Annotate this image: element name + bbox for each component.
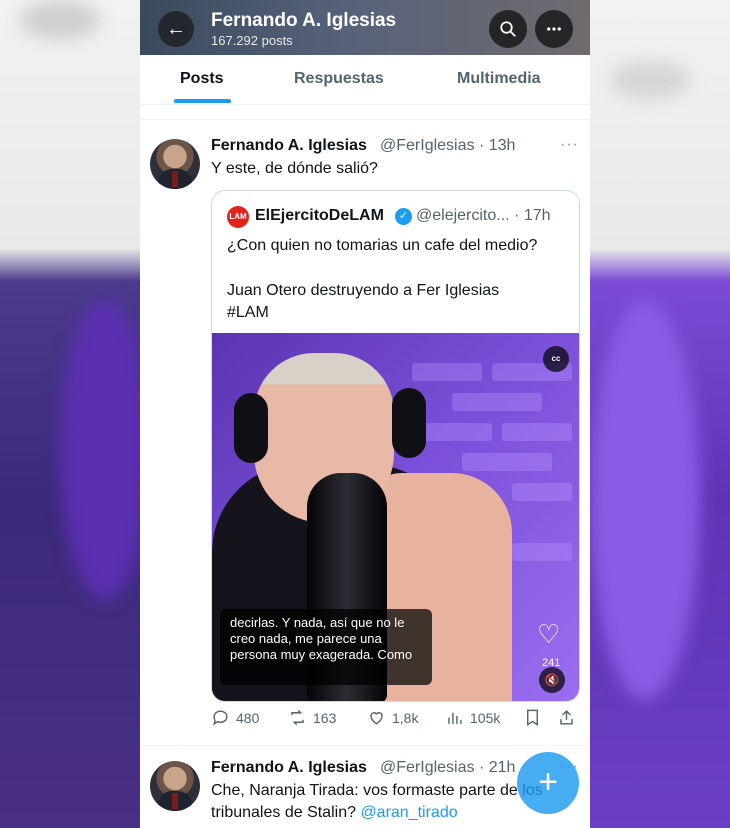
tweet-text: Y este, de dónde salió?	[211, 160, 378, 177]
repost-button[interactable]: 163	[288, 708, 336, 727]
previous-tweet-edge	[140, 106, 590, 120]
views-button[interactable]: 105k	[445, 708, 500, 727]
repost-count: 163	[313, 709, 337, 726]
heart-icon	[370, 712, 383, 725]
profile-header-bar: ← Fernando A. Iglesias 167.292 posts	[140, 0, 590, 55]
more-icon	[547, 27, 561, 31]
reply-count: 480	[236, 709, 260, 726]
quoted-text-line-2: Juan Otero destruyendo a Fer Iglesias	[227, 282, 500, 299]
tweet-divider	[140, 745, 590, 746]
bar-chart-icon	[448, 712, 462, 724]
active-tab-indicator	[174, 99, 231, 103]
quoted-author-name: ElEjercitoDeLAM	[255, 207, 384, 224]
tweet-author-name[interactable]: Fernando A. Iglesias	[211, 759, 367, 777]
avatar-tie	[172, 793, 178, 809]
quoted-avatar-logo: LAM	[227, 206, 249, 228]
tweet-author-name[interactable]: Fernando A. Iglesias	[211, 137, 367, 155]
wall-brick	[452, 393, 542, 411]
arrow-left-icon: ←	[166, 18, 186, 40]
video-caption: decirlas. Y nada, así que no le creo nad…	[220, 609, 432, 685]
more-options-button[interactable]	[535, 10, 573, 48]
search-button[interactable]	[489, 10, 527, 48]
reply-icon	[212, 710, 228, 726]
plus-icon: +	[538, 763, 558, 801]
tab-posts[interactable]: Posts	[180, 70, 224, 88]
closed-captions-button[interactable]: cc	[543, 346, 569, 372]
quoted-handle-time: @elejercito... · 17h	[416, 207, 551, 224]
blurred-shape	[20, 0, 100, 40]
tweet-action-bar: 480 163 1,8k 105k	[211, 708, 580, 734]
wall-brick	[412, 363, 482, 381]
mute-icon[interactable]: 🔇	[539, 667, 565, 693]
like-button[interactable]: 1,8k	[367, 708, 418, 727]
repost-icon	[291, 709, 304, 726]
tweet-text-line-1: Che, Naranja Tirada: vos formaste parte …	[211, 782, 543, 799]
tweet-text-prefix: tribunales de Stalin?	[211, 804, 356, 821]
verified-badge-icon: ✓	[395, 208, 412, 225]
app-screen: ← Fernando A. Iglesias 167.292 posts Pos…	[140, 0, 590, 828]
blurred-shape	[590, 300, 700, 700]
blurred-background-left	[0, 0, 150, 828]
headphone-left	[234, 393, 268, 463]
tweet-handle-time[interactable]: @FerIglesias · 13h	[380, 137, 515, 155]
profile-name: Fernando A. Iglesias	[211, 10, 397, 31]
bookmark-button[interactable]	[523, 708, 542, 727]
tab-respuestas[interactable]: Respuestas	[294, 70, 384, 88]
tweet-text-line-2: tribunales de Stalin? @aran_tirado	[211, 802, 458, 824]
wall-brick	[512, 483, 572, 501]
wall-brick	[422, 423, 492, 441]
like-count: 1,8k	[392, 709, 419, 726]
tweet-handle-time[interactable]: @FerIglesias · 21h	[380, 759, 515, 777]
headphone-right	[392, 388, 426, 458]
mention-link[interactable]: @aran_tirado	[360, 804, 457, 821]
avatar[interactable]	[150, 139, 200, 189]
bookmark-icon	[527, 709, 538, 726]
blurred-shape	[60, 300, 150, 600]
post-count: 167.292 posts	[211, 33, 293, 48]
profile-tabs: Posts Respuestas Multimedia	[140, 55, 590, 105]
wall-brick	[462, 453, 552, 471]
avatar[interactable]	[150, 761, 200, 811]
tab-multimedia[interactable]: Multimedia	[457, 70, 541, 88]
back-button[interactable]: ←	[158, 11, 194, 47]
compose-button[interactable]: +	[517, 752, 579, 814]
quoted-text-line-3: #LAM	[227, 304, 269, 321]
avatar-tie	[172, 171, 178, 187]
view-count: 105k	[470, 709, 501, 726]
video-player[interactable]: cc decirlas. Y nada, así que no le creo …	[212, 333, 579, 701]
share-button[interactable]	[557, 708, 576, 727]
quoted-tweet[interactable]: LAM ElEjercitoDeLAM ✓ @elejercito... · 1…	[211, 190, 580, 702]
search-icon	[500, 21, 516, 37]
heart-icon[interactable]: ♡	[537, 619, 560, 650]
wall-brick	[512, 543, 572, 561]
reply-button[interactable]: 480	[211, 708, 259, 727]
tweet-more-icon[interactable]: ···	[560, 136, 579, 154]
wall-brick	[502, 423, 572, 441]
blurred-background-right	[590, 0, 730, 828]
share-icon	[560, 710, 573, 725]
quoted-text-line-1: ¿Con quien no tomarias un cafe del medio…	[227, 237, 538, 254]
blurred-shape	[610, 60, 690, 100]
